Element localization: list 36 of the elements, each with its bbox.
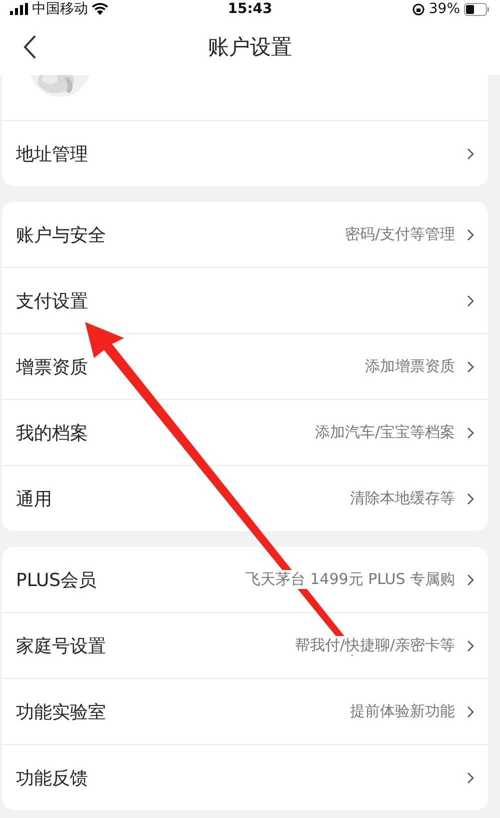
row-label: 功能实验室 (16, 700, 107, 724)
chevron-icon (467, 640, 474, 652)
chevron-icon (467, 294, 474, 306)
chevron-icon (467, 426, 474, 438)
row-label: 家庭号设置 (16, 634, 107, 658)
rotation-lock-icon (412, 2, 425, 16)
clock-time: 15:43 (228, 1, 272, 17)
carrier-name: 中国移动 (32, 0, 88, 18)
row-value: 清除本地缓存等 (348, 489, 457, 508)
row-value: 帮我付/快捷聊/亲密卡等 (292, 636, 457, 655)
row-value: 提前体验新功能 (348, 702, 457, 721)
chevron-icon (467, 360, 474, 372)
battery-icon (464, 2, 490, 16)
row-label: 账户与安全 (16, 224, 107, 246)
signal-icon (10, 3, 28, 15)
chevron-icon (467, 706, 474, 718)
row-label: 通用 (16, 488, 53, 510)
row-label: PLUS会员 (16, 568, 98, 592)
row-label: 功能反馈 (16, 766, 89, 790)
chevron-icon (467, 148, 474, 160)
wifi-icon (92, 3, 108, 15)
row-label: 支付设置 (16, 290, 89, 312)
row-label: 我的档案 (16, 422, 89, 444)
back-icon[interactable] (23, 34, 37, 58)
battery-percent: 39% (428, 1, 460, 17)
page-title: 账户设置 (207, 34, 293, 60)
chevron-icon (467, 574, 474, 586)
chevron-icon (467, 492, 474, 504)
row-value: 密码/支付等管理 (342, 225, 457, 244)
chevron-icon (467, 772, 474, 784)
row-value: 添加汽车/宝宝等档案 (312, 423, 457, 442)
row-value: 添加增票资质 (363, 357, 457, 376)
row-label: 地址管理 (16, 142, 89, 166)
row-label: 增票资质 (16, 356, 89, 378)
row-value: 飞天茅台 1499元 PLUS 专属购 (243, 570, 457, 589)
chevron-icon (467, 228, 474, 240)
